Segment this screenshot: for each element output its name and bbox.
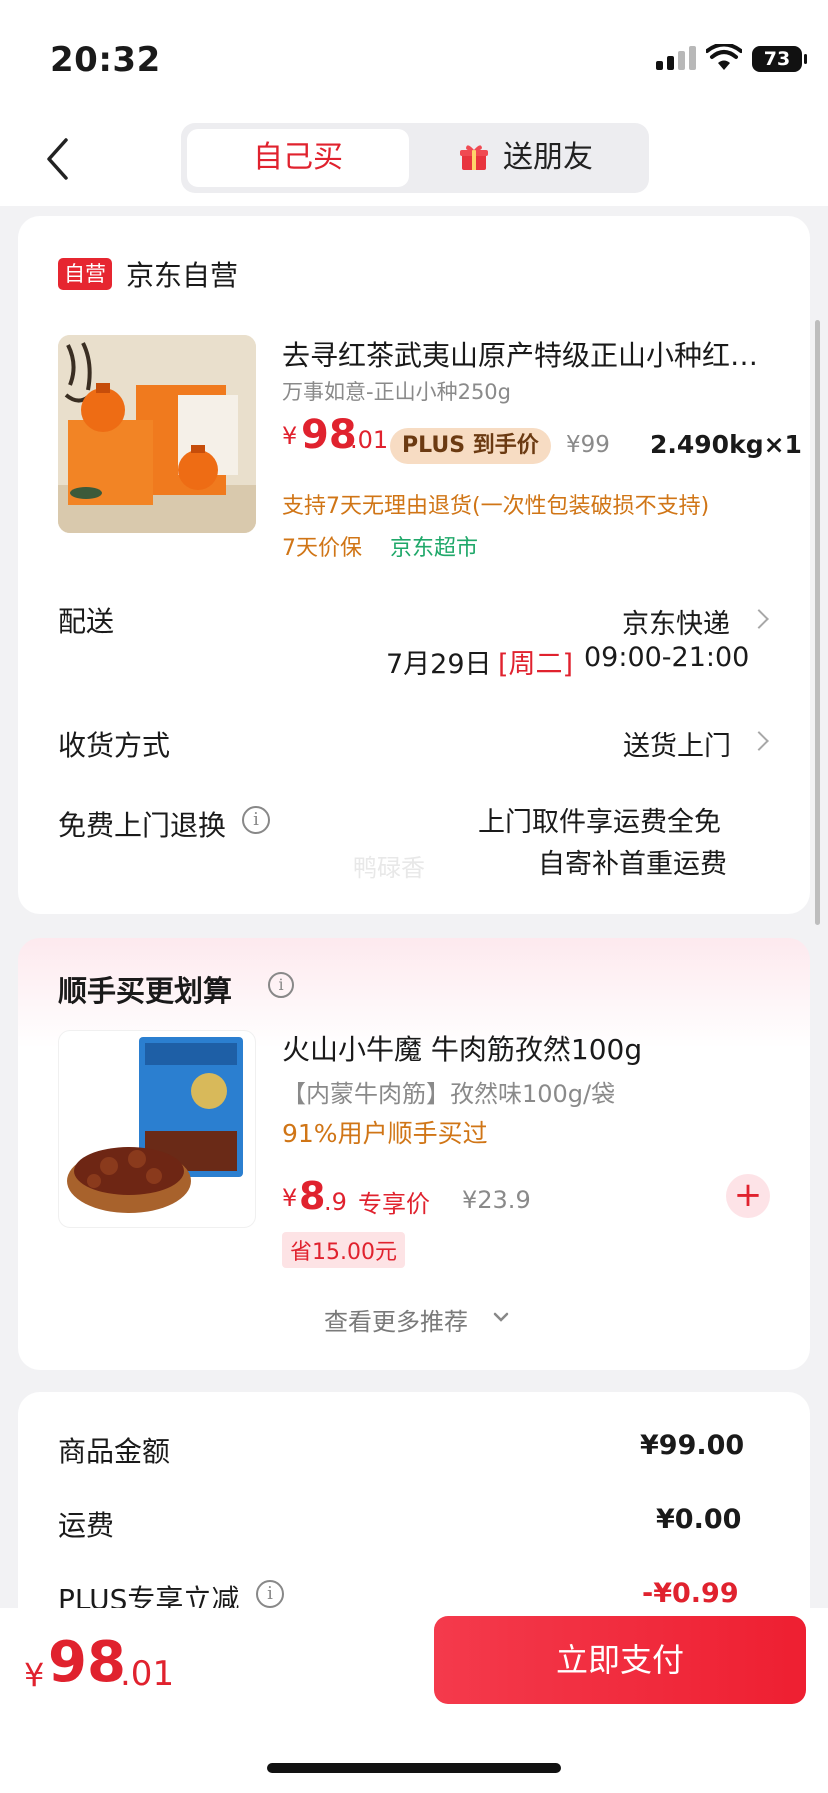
watermark-text: 鸭碌香 bbox=[353, 854, 425, 882]
price-protection-tag: 7天价保 bbox=[282, 536, 362, 561]
exclusive-price-label: 专享价 bbox=[358, 1190, 430, 1218]
home-indicator bbox=[267, 1763, 561, 1773]
cellular-signal-icon bbox=[656, 46, 696, 70]
receive-method-label: 收货方式 bbox=[58, 729, 171, 762]
recommend-item-image[interactable] bbox=[58, 1030, 256, 1228]
recommend-price-integer: 8 bbox=[299, 1174, 326, 1218]
delivery-time: 09:00-21:00 bbox=[584, 642, 750, 673]
delivery-date: 7月29日 bbox=[386, 649, 492, 680]
status-bar: 20:32 73 bbox=[0, 0, 828, 110]
back-arrow-icon[interactable] bbox=[40, 134, 76, 184]
plus-price-tag: PLUS 到手价 bbox=[390, 428, 551, 464]
gift-icon bbox=[460, 145, 488, 170]
jd-supermarket-tag: 京东超市 bbox=[390, 536, 479, 561]
recommend-title: 顺手买更划算 bbox=[58, 974, 233, 1008]
free-return-line2: 自寄补首重运费 bbox=[538, 849, 727, 880]
delivery-carrier[interactable]: 京东快递 bbox=[622, 602, 730, 641]
order-item-card: 自营 京东自营 去寻红茶武夷山原产特级正山小种红… 万事如意-正山小种250g … bbox=[18, 216, 810, 914]
delivery-weekday: [周二] bbox=[498, 649, 574, 680]
product-spec: 万事如意-正山小种250g bbox=[282, 380, 511, 404]
delivery-label: 配送 bbox=[58, 605, 115, 638]
product-title[interactable]: 去寻红茶武夷山原产特级正山小种红… bbox=[282, 334, 758, 374]
shipping-fee-value: ¥0.00 bbox=[656, 1504, 742, 1535]
goods-amount-value: ¥99.00 bbox=[640, 1430, 745, 1461]
self-operated-badge: 自营 bbox=[58, 258, 112, 290]
tab-gift-friend[interactable]: 送朋友 bbox=[503, 129, 593, 187]
plus-discount-value: -¥0.99 bbox=[642, 1578, 739, 1609]
return-policy: 支持7天无理由退货(一次性包装破损不支持) bbox=[282, 494, 710, 519]
wifi-icon bbox=[706, 44, 742, 70]
save-amount-badge: 省15.00元 bbox=[282, 1232, 405, 1268]
info-icon[interactable]: i bbox=[242, 806, 270, 834]
recommend-price-decimal: .9 bbox=[324, 1188, 347, 1216]
total-price-decimal: .01 bbox=[120, 1654, 175, 1694]
see-more-recommend[interactable]: 查看更多推荐 bbox=[324, 1302, 468, 1337]
purchase-mode-switch: 自己买 送朋友 bbox=[181, 123, 649, 193]
recommend-item-social: 91%用户顺手买过 bbox=[282, 1119, 488, 1148]
product-image[interactable] bbox=[58, 335, 256, 533]
recommend-card: 顺手买更划算 i 火山小牛魔 牛肉筋孜然100g 【内蒙牛肉筋】孜然味100g/… bbox=[18, 938, 810, 1370]
info-icon[interactable]: i bbox=[268, 972, 294, 998]
chevron-right-icon[interactable] bbox=[749, 609, 769, 629]
order-summary-card: 商品金额 ¥99.00 运费 ¥0.00 PLUS专享立减 i -¥0.99 bbox=[18, 1392, 810, 1632]
store-name[interactable]: 京东自营 bbox=[126, 254, 238, 294]
total-currency: ¥ bbox=[24, 1656, 45, 1694]
total-price-integer: 98 bbox=[48, 1630, 126, 1695]
recommend-item-title[interactable]: 火山小牛魔 牛肉筋孜然100g bbox=[282, 1028, 642, 1068]
tab-buy-for-self[interactable]: 自己买 bbox=[187, 129, 409, 187]
weight-quantity: 2.490kg×1 bbox=[650, 430, 802, 459]
free-return-line1: 上门取件享运费全免 bbox=[478, 807, 721, 838]
recommend-item-spec: 【内蒙牛肉筋】孜然味100g/袋 bbox=[282, 1080, 616, 1108]
status-time: 20:32 bbox=[50, 40, 161, 80]
price-currency: ¥ bbox=[282, 1184, 298, 1212]
shipping-fee-label: 运费 bbox=[58, 1509, 115, 1542]
pay-now-button[interactable]: 立即支付 bbox=[434, 1616, 806, 1704]
add-item-plus-icon[interactable]: + bbox=[726, 1174, 770, 1218]
price-currency: ¥ bbox=[282, 422, 298, 450]
goods-amount-label: 商品金额 bbox=[58, 1435, 171, 1468]
free-return-label: 免费上门退换 bbox=[58, 809, 227, 842]
price-integer: 98 bbox=[301, 412, 357, 458]
battery-icon: 73 bbox=[752, 46, 807, 72]
nav-bar: 自己买 送朋友 bbox=[0, 110, 828, 206]
recommend-original-price: ¥23.9 bbox=[462, 1186, 531, 1214]
price-decimal: .01 bbox=[350, 426, 389, 454]
scrollbar[interactable] bbox=[815, 320, 820, 925]
chevron-right-icon[interactable] bbox=[749, 731, 769, 751]
chevron-down-icon[interactable] bbox=[492, 1310, 510, 1324]
info-icon[interactable]: i bbox=[256, 1580, 284, 1608]
receive-method-value[interactable]: 送货上门 bbox=[623, 724, 731, 763]
original-price: ¥99 bbox=[566, 432, 610, 458]
checkout-bar: ¥ 98 .01 立即支付 bbox=[0, 1608, 828, 1793]
